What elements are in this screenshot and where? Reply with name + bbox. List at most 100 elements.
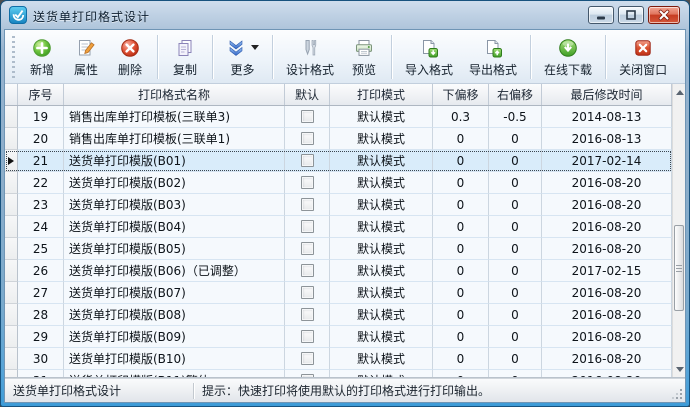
cell-print-mode: 默认模式: [330, 216, 433, 238]
default-checkbox[interactable]: [301, 154, 314, 167]
row-header-cell[interactable]: [5, 370, 18, 377]
copy-button[interactable]: 复制: [163, 33, 207, 81]
cell-right-offset: 0: [489, 128, 542, 150]
scrollbar-thumb[interactable]: [674, 225, 684, 311]
row-header-cell[interactable]: [5, 106, 18, 128]
row-header-cell[interactable]: [5, 304, 18, 326]
scroll-up-button[interactable]: [673, 84, 685, 100]
export-format-button[interactable]: 导出格式: [461, 33, 525, 81]
default-checkbox[interactable]: [301, 352, 314, 365]
default-checkbox[interactable]: [301, 110, 314, 123]
toolbar-separator: [157, 35, 158, 79]
row-header-cell[interactable]: [5, 282, 18, 304]
cell-modified-date: 2016-08-20: [542, 172, 672, 194]
row-header-cell[interactable]: [5, 326, 18, 348]
cell-format-name: 送货单打印模版(B04): [64, 216, 285, 238]
default-checkbox[interactable]: [301, 330, 314, 343]
table-row[interactable]: 19销售出库单打印模板(三联单3)默认模式0.3-0.52014-08-13: [5, 106, 672, 128]
cell-right-offset: 0: [489, 150, 542, 172]
column-header[interactable]: 右偏移: [489, 84, 542, 105]
cell-print-mode: 默认模式: [330, 326, 433, 348]
delete-button[interactable]: 删除: [108, 33, 152, 81]
row-header-cell[interactable]: [5, 150, 18, 172]
default-checkbox[interactable]: [301, 286, 314, 299]
table-row[interactable]: 27送货单打印模版(B07)默认模式002016-08-20: [5, 282, 672, 304]
toolbar-button-label: 预览: [352, 61, 376, 78]
default-checkbox[interactable]: [301, 374, 314, 377]
column-header[interactable]: 最后修改时间: [542, 84, 672, 105]
cell-seq: 24: [18, 216, 64, 238]
row-indicator-header: [5, 84, 18, 105]
cell-format-name: 送货单打印模版(B05): [64, 238, 285, 260]
row-header-cell[interactable]: [5, 216, 18, 238]
cell-print-mode: 默认模式: [330, 282, 433, 304]
preview-button[interactable]: 预览: [342, 33, 386, 81]
default-checkbox[interactable]: [301, 132, 314, 145]
toolbar-button-label: 导出格式: [469, 61, 517, 78]
column-header[interactable]: 默认: [285, 84, 330, 105]
column-header[interactable]: 打印模式: [330, 84, 433, 105]
table-row[interactable]: 31送货单打印模版(B11)繁体默认模式002016-08-20: [5, 370, 672, 377]
scroll-down-button[interactable]: [673, 361, 685, 377]
cell-default: [285, 194, 330, 216]
row-header-cell[interactable]: [5, 194, 18, 216]
column-header[interactable]: 下偏移: [433, 84, 489, 105]
online-download-button[interactable]: 在线下载: [536, 33, 600, 81]
table-row[interactable]: 29送货单打印模版(B09)默认模式002016-08-20: [5, 326, 672, 348]
toolbar-separator: [272, 35, 273, 79]
resize-grip-icon[interactable]: [671, 388, 683, 400]
cell-print-mode: 默认模式: [330, 172, 433, 194]
cell-print-mode: 默认模式: [330, 150, 433, 172]
import-format-button[interactable]: 导入格式: [397, 33, 461, 81]
default-checkbox[interactable]: [301, 242, 314, 255]
default-checkbox[interactable]: [301, 198, 314, 211]
properties-button[interactable]: 属性: [64, 33, 108, 81]
toolbar-button-label: 在线下载: [544, 61, 592, 78]
cell-format-name: 销售出库单打印模板(三联单1): [64, 128, 285, 150]
cell-print-mode: 默认模式: [330, 260, 433, 282]
titlebar: 送货单打印格式设计: [1, 1, 689, 29]
default-checkbox[interactable]: [301, 176, 314, 189]
cell-format-name: 送货单打印模版(B03): [64, 194, 285, 216]
cell-modified-date: 2016-08-20: [542, 216, 672, 238]
table-row[interactable]: 26送货单打印模版(B06)（已调整）默认模式002017-02-15: [5, 260, 672, 282]
more-button[interactable]: 更多: [218, 33, 267, 81]
row-header-cell[interactable]: [5, 128, 18, 150]
toolbar-grip[interactable]: [12, 36, 15, 78]
table-row[interactable]: 23送货单打印模版(B03)默认模式002016-08-20: [5, 194, 672, 216]
design-icon: [300, 37, 320, 59]
more-icon: [226, 37, 259, 59]
table-row[interactable]: 25送货单打印模版(B05)默认模式002016-08-20: [5, 238, 672, 260]
copy-icon: [175, 37, 195, 59]
close-window-button[interactable]: 关闭窗口: [611, 33, 675, 81]
cell-default: [285, 216, 330, 238]
column-header[interactable]: 序号: [18, 84, 64, 105]
column-header[interactable]: 打印格式名称: [64, 84, 285, 105]
cell-modified-date: 2017-02-14: [542, 150, 672, 172]
cell-right-offset: 0: [489, 348, 542, 370]
design-format-button[interactable]: 设计格式: [278, 33, 342, 81]
table-row[interactable]: 24送货单打印模版(B04)默认模式002016-08-20: [5, 216, 672, 238]
add-button[interactable]: 新增: [20, 33, 64, 81]
cell-seq: 25: [18, 238, 64, 260]
scroll-up-icon: [676, 90, 684, 95]
default-checkbox[interactable]: [301, 308, 314, 321]
row-header-cell[interactable]: [5, 238, 18, 260]
close-button[interactable]: [648, 6, 680, 24]
table-row[interactable]: 28送货单打印模版(B08)默认模式002016-08-20: [5, 304, 672, 326]
format-table: 序号打印格式名称默认打印模式下偏移右偏移最后修改时间 19销售出库单打印模板(三…: [5, 84, 685, 378]
table-row[interactable]: 22送货单打印模版(B02)默认模式002016-08-20: [5, 172, 672, 194]
properties-icon: [76, 37, 96, 59]
table-row[interactable]: 21送货单打印模版(B01)默认模式002017-02-14: [5, 150, 672, 172]
table-row[interactable]: 20销售出库单打印模板(三联单1)默认模式002016-08-13: [5, 128, 672, 150]
minimize-button[interactable]: [588, 6, 614, 24]
table-row[interactable]: 30送货单打印模版(B10)默认模式002016-08-20: [5, 348, 672, 370]
default-checkbox[interactable]: [301, 220, 314, 233]
maximize-button[interactable]: [618, 6, 644, 24]
vertical-scrollbar[interactable]: [672, 84, 685, 377]
row-header-cell[interactable]: [5, 348, 18, 370]
row-header-cell[interactable]: [5, 260, 18, 282]
dropdown-icon: [251, 45, 259, 50]
row-header-cell[interactable]: [5, 172, 18, 194]
default-checkbox[interactable]: [301, 264, 314, 277]
